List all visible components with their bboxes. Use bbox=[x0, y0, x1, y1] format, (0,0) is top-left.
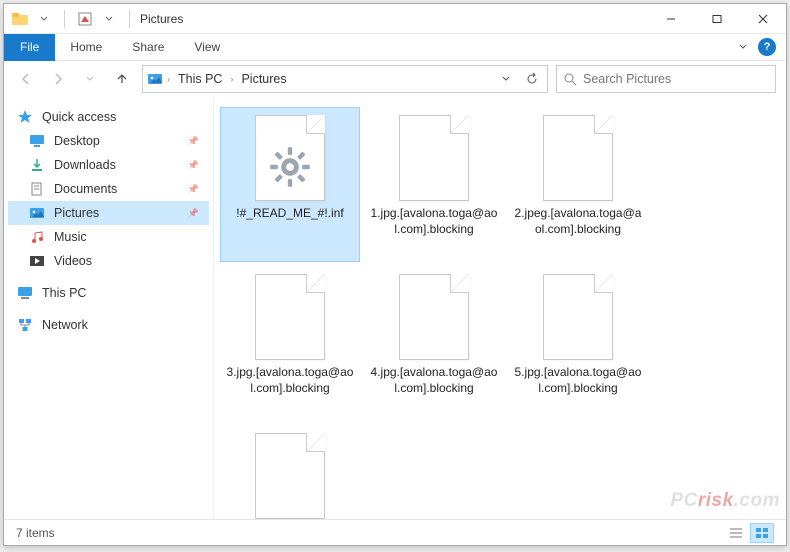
sidebar-label: Documents bbox=[54, 182, 117, 196]
divider bbox=[64, 10, 65, 28]
pc-icon bbox=[16, 284, 34, 302]
file-name: !#_READ_ME_#!.inf bbox=[234, 205, 345, 221]
navigation-bar: › This PC › Pictures bbox=[4, 61, 786, 97]
sidebar-label: Videos bbox=[54, 254, 92, 268]
file-icon bbox=[396, 113, 472, 203]
videos-icon bbox=[28, 252, 46, 270]
sidebar-this-pc[interactable]: This PC bbox=[8, 281, 209, 305]
navigation-pane: Quick access Desktop Downloads Documents… bbox=[4, 97, 214, 519]
pictures-icon bbox=[28, 204, 46, 222]
search-icon bbox=[563, 72, 577, 86]
sidebar-label: Pictures bbox=[54, 206, 99, 220]
sidebar-network[interactable]: Network bbox=[8, 313, 209, 337]
file-icon bbox=[396, 272, 472, 362]
file-icon bbox=[540, 113, 616, 203]
downloads-icon bbox=[28, 156, 46, 174]
file-name: 1.jpg.[avalona.toga@aol.com].blocking bbox=[368, 205, 500, 237]
breadcrumb-pictures[interactable]: Pictures bbox=[237, 72, 290, 86]
file-item[interactable]: 4.jpg.[avalona.toga@aol.com].blocking bbox=[364, 266, 504, 421]
sidebar-item-documents[interactable]: Documents bbox=[8, 177, 209, 201]
titlebar: Pictures bbox=[4, 4, 786, 34]
sidebar-item-pictures[interactable]: Pictures bbox=[8, 201, 209, 225]
search-input[interactable] bbox=[583, 72, 769, 86]
maximize-button[interactable] bbox=[694, 4, 740, 34]
file-name: 4.jpg.[avalona.toga@aol.com].blocking bbox=[368, 364, 500, 396]
desktop-icon bbox=[28, 132, 46, 150]
file-name: 3.jpg.[avalona.toga@aol.com].blocking bbox=[224, 364, 356, 396]
sidebar-label: This PC bbox=[42, 286, 86, 300]
properties-icon[interactable] bbox=[75, 9, 95, 29]
close-button[interactable] bbox=[740, 4, 786, 34]
tab-view[interactable]: View bbox=[179, 40, 235, 54]
file-item[interactable]: !#_READ_ME_#!.inf bbox=[220, 107, 360, 262]
file-list[interactable]: !#_READ_ME_#!.inf 1.jpg.[avalona.toga@aol… bbox=[214, 97, 786, 519]
window-title: Pictures bbox=[136, 12, 183, 26]
up-button[interactable] bbox=[110, 67, 134, 91]
file-tab[interactable]: File bbox=[4, 34, 55, 61]
details-view-button[interactable] bbox=[724, 523, 748, 543]
chevron-right-icon[interactable]: › bbox=[167, 74, 170, 84]
pictures-icon bbox=[147, 71, 163, 87]
sidebar-item-desktop[interactable]: Desktop bbox=[8, 129, 209, 153]
file-icon bbox=[540, 272, 616, 362]
chevron-down-icon[interactable] bbox=[34, 9, 54, 29]
breadcrumb-thispc[interactable]: This PC bbox=[174, 72, 226, 86]
file-name: 5.jpg.[avalona.toga@aol.com].blocking bbox=[512, 364, 644, 396]
window-controls bbox=[648, 4, 786, 34]
tab-home[interactable]: Home bbox=[55, 40, 117, 54]
sidebar-item-videos[interactable]: Videos bbox=[8, 249, 209, 273]
sidebar-item-downloads[interactable]: Downloads bbox=[8, 153, 209, 177]
help-icon[interactable]: ? bbox=[758, 38, 776, 56]
sidebar-label: Quick access bbox=[42, 110, 116, 124]
file-item[interactable]: 6.jpg.[avalona.toga@aol.com].blocking bbox=[220, 425, 360, 519]
chevron-down-icon[interactable] bbox=[99, 9, 119, 29]
thumbnails-view-button[interactable] bbox=[750, 523, 774, 543]
recent-locations-icon[interactable] bbox=[78, 67, 102, 91]
explorer-window: Pictures File Home Share View ? › This P… bbox=[3, 3, 787, 546]
file-item[interactable]: 5.jpg.[avalona.toga@aol.com].blocking bbox=[508, 266, 648, 421]
divider bbox=[129, 10, 130, 28]
sidebar-item-music[interactable]: Music bbox=[8, 225, 209, 249]
forward-button[interactable] bbox=[46, 67, 70, 91]
ribbon: File Home Share View ? bbox=[4, 34, 786, 61]
watermark: PCrisk.com bbox=[670, 490, 780, 512]
expand-ribbon-icon[interactable] bbox=[738, 42, 748, 52]
file-icon bbox=[252, 113, 328, 203]
sidebar-quick-access[interactable]: Quick access bbox=[8, 105, 209, 129]
sidebar-label: Desktop bbox=[54, 134, 100, 148]
file-item[interactable]: 2.jpeg.[avalona.toga@aol.com].blocking bbox=[508, 107, 648, 262]
refresh-icon[interactable] bbox=[521, 68, 543, 90]
address-bar[interactable]: › This PC › Pictures bbox=[142, 65, 548, 93]
file-icon bbox=[252, 431, 328, 519]
file-item[interactable]: 3.jpg.[avalona.toga@aol.com].blocking bbox=[220, 266, 360, 421]
main-area: Quick access Desktop Downloads Documents… bbox=[4, 97, 786, 519]
back-button[interactable] bbox=[14, 67, 38, 91]
item-count: 7 items bbox=[16, 526, 55, 540]
chevron-right-icon[interactable]: › bbox=[230, 74, 233, 84]
file-icon bbox=[252, 272, 328, 362]
sidebar-label: Downloads bbox=[54, 158, 116, 172]
documents-icon bbox=[28, 180, 46, 198]
sidebar-label: Network bbox=[42, 318, 88, 332]
sidebar-label: Music bbox=[54, 230, 87, 244]
address-dropdown-icon[interactable] bbox=[495, 68, 517, 90]
network-icon bbox=[16, 316, 34, 334]
file-name: 2.jpeg.[avalona.toga@aol.com].blocking bbox=[512, 205, 644, 237]
minimize-button[interactable] bbox=[648, 4, 694, 34]
quick-access-toolbar bbox=[10, 9, 136, 29]
star-icon bbox=[16, 108, 34, 126]
music-icon bbox=[28, 228, 46, 246]
status-bar: 7 items bbox=[4, 519, 786, 545]
folder-icon bbox=[10, 9, 30, 29]
file-item[interactable]: 1.jpg.[avalona.toga@aol.com].blocking bbox=[364, 107, 504, 262]
tab-share[interactable]: Share bbox=[117, 40, 179, 54]
search-box[interactable] bbox=[556, 65, 776, 93]
